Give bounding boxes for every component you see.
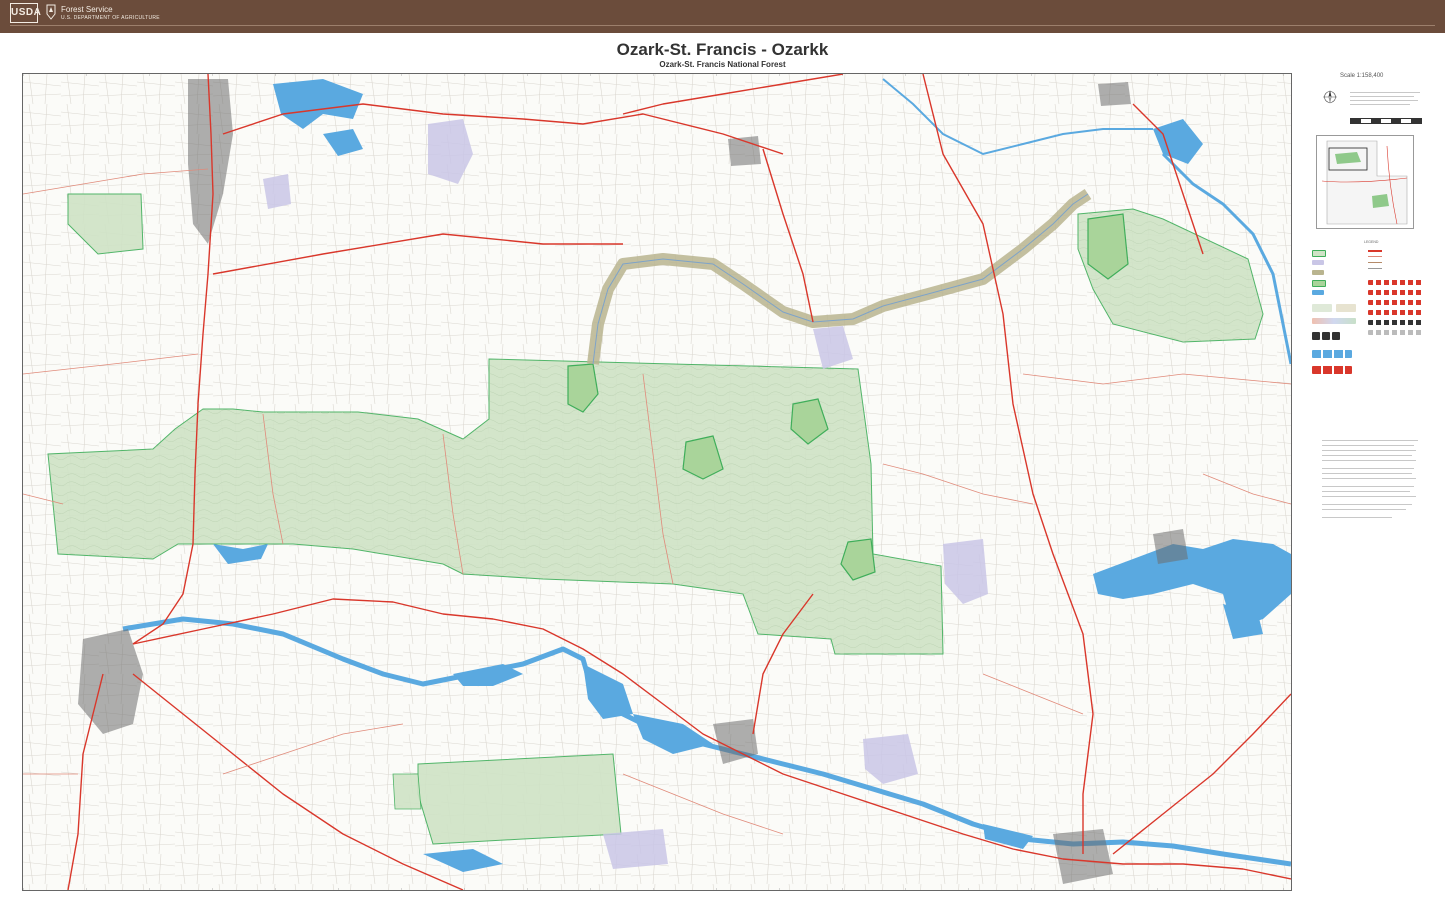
legend-title: LEGEND [1364, 240, 1379, 244]
north-arrow-icon [1323, 90, 1337, 104]
legend: LEGEND [1312, 240, 1432, 430]
forest-south-unit [417, 753, 622, 845]
legend-symbol-1 [1312, 332, 1320, 340]
usda-logo: USDA [10, 3, 41, 23]
map-graphics [23, 74, 1291, 890]
legend-river-corridor-swatch [1312, 270, 1324, 275]
locator-map [1316, 135, 1414, 229]
legend-water-swatch [1312, 290, 1324, 295]
legend-symbol-3 [1332, 332, 1340, 340]
legend-forest-swatch [1312, 250, 1326, 257]
legend-road-lines [1368, 250, 1428, 280]
legend-recreation-symbols [1368, 280, 1428, 360]
map-subtitle: Ozark-St. Francis National Forest [659, 60, 786, 69]
map-canvas[interactable] [22, 73, 1292, 891]
map-notes [1322, 440, 1418, 540]
header-divider [10, 25, 1435, 26]
department-name: U.S. DEPARTMENT OF AGRICULTURE [61, 15, 160, 21]
legend-wilderness-swatch [1312, 280, 1326, 287]
map-title: Ozark-St. Francis - Ozarkk [616, 40, 829, 59]
legend-symbol-2 [1322, 332, 1330, 340]
legend-private-swatch [1312, 260, 1324, 265]
urban-heber-springs [1153, 529, 1188, 564]
legend-landcover-swatch-2 [1336, 304, 1356, 312]
private-land-6 [263, 174, 291, 209]
legend-landcover-swatch [1312, 304, 1332, 312]
forest-service-shield-icon [46, 4, 56, 20]
agency-name: Forest Service [61, 5, 113, 14]
legend-water-symbols [1312, 350, 1352, 358]
legend-road-class-swatches [1312, 318, 1356, 324]
scale-bar [1350, 118, 1422, 124]
forest-south-small-unit [392, 773, 422, 810]
private-land-5 [603, 829, 668, 869]
legend-recreation-symbols-row [1312, 366, 1352, 374]
datum-notes [1350, 92, 1420, 110]
urban-mountain-home [1098, 82, 1131, 106]
header-bar: USDA Forest Service U.S. DEPARTMENT OF A… [0, 0, 1445, 33]
locator-graphic [1321, 140, 1408, 225]
map-scale: Scale 1:158,400 [1340, 73, 1384, 79]
